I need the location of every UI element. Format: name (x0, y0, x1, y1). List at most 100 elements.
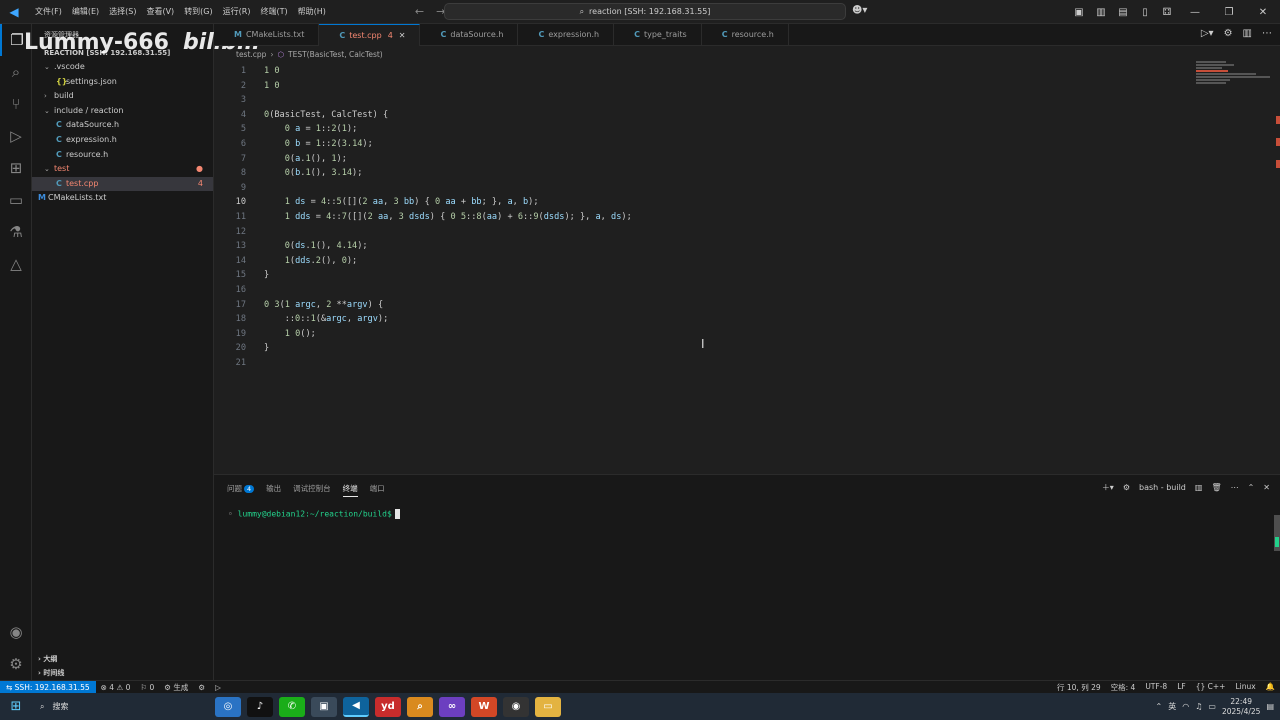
tray-chevron-icon[interactable]: ⌃ (1156, 702, 1163, 711)
more-actions-icon[interactable]: ⋯ (1262, 28, 1272, 39)
battery-icon[interactable]: ▭ (1208, 702, 1216, 711)
search-app-icon[interactable]: ⌕ (407, 697, 433, 717)
notifications-icon[interactable]: 🔔 (1261, 682, 1280, 693)
obs-icon[interactable]: ◉ (503, 697, 529, 717)
editor-tab[interactable]: Ctype_traits (614, 24, 702, 46)
editor-tab[interactable]: M CMakeLists.txt (214, 24, 319, 46)
file-explorer-icon[interactable]: ▭ (535, 697, 561, 717)
kill-terminal-icon[interactable]: 🗑 (1211, 483, 1221, 492)
copilot-icon[interactable]: ☻▾ (852, 5, 867, 16)
build-button[interactable]: ⚙ 生成 (159, 682, 193, 693)
tree-folder[interactable]: › build (32, 89, 213, 104)
platform[interactable]: Linux (1230, 682, 1260, 693)
taskbar-search[interactable]: ⌕ 搜索 (32, 701, 212, 712)
timeline-section[interactable]: › 时间线 (32, 666, 214, 680)
code-line[interactable]: 10 1 ds = 4::5([](2 aa, 3 bb) { 0 … (214, 195, 1194, 210)
tree-file[interactable]: {}settings.json (32, 75, 213, 90)
tree-folder[interactable]: ⌄ .vscode (32, 60, 213, 75)
run-debug-icon[interactable]: ▷ (0, 120, 32, 152)
indentation[interactable]: 空格: 4 (1106, 682, 1141, 693)
remote-explorer-icon[interactable]: ▭ (0, 184, 32, 216)
panel-tab[interactable]: 终端 (343, 483, 358, 497)
settings-gear-icon[interactable]: ⚙ (0, 648, 32, 680)
close-tab-icon[interactable]: ✕ (399, 31, 406, 40)
youdao-icon[interactable]: yd (375, 697, 401, 717)
code-line[interactable]: 5 0 a = 1::2(1); (214, 122, 1194, 137)
code-line[interactable]: 6 0 b = 1::2(3.14); (214, 137, 1194, 152)
info-status[interactable]: ⚐ 0 (135, 683, 159, 692)
cmake-icon[interactable]: △ (0, 248, 32, 280)
editor-tab[interactable]: Ctest.cpp 4 ✕ (319, 24, 420, 46)
breadcrumb-file[interactable]: test.cpp (236, 50, 266, 59)
split-editor-icon[interactable]: ▥ (1243, 28, 1252, 39)
run-icon[interactable]: ▷▾ (1201, 28, 1214, 39)
code-line[interactable]: 1 1 0 (214, 64, 1194, 79)
language-mode[interactable]: {} C++ (1191, 682, 1231, 693)
menu-item[interactable]: 文件(F) (30, 0, 67, 24)
close-panel-icon[interactable]: ✕ (1263, 483, 1270, 492)
chrome-icon[interactable]: ◎ (215, 697, 241, 717)
code-line[interactable]: 17 0 3(1 argc, 2 **argv) { (214, 298, 1194, 313)
code-line[interactable]: 4 0(BasicTest, CalcTest) { (214, 108, 1194, 123)
remote-indicator[interactable]: ⇆ SSH: 192.168.31.55 (0, 681, 96, 694)
minimap[interactable] (1196, 61, 1270, 101)
menu-item[interactable]: 转到(G) (179, 0, 217, 24)
breadcrumb-symbol[interactable]: TEST(BasicTest, CalcTest) (288, 50, 383, 59)
split-terminal-icon[interactable]: ▥ (1195, 483, 1203, 492)
tree-folder[interactable]: ⌄ include / reaction (32, 104, 213, 119)
toggle-secondary-sidebar-icon[interactable]: ▯ (1134, 7, 1156, 18)
source-control-icon[interactable]: ⑂ (0, 88, 32, 120)
code-line[interactable]: 15} (214, 268, 1194, 283)
tree-file[interactable]: Ctest.cpp 4 (32, 177, 213, 192)
layout-icon[interactable]: ▣ (1068, 7, 1090, 18)
code-line[interactable]: 3 (214, 93, 1194, 108)
store-icon[interactable]: ▣ (311, 697, 337, 717)
end-of-line[interactable]: LF (1172, 682, 1191, 693)
editor-tab[interactable]: Cexpression.h (518, 24, 614, 46)
tiktok-icon[interactable]: ♪ (247, 697, 273, 717)
code-line[interactable]: 16 (214, 283, 1194, 298)
tree-file[interactable]: CdataSource.h (32, 118, 213, 133)
code-line[interactable]: 2 1 0 (214, 79, 1194, 94)
terminal-output[interactable]: ◦ lummy@debian12:~/reaction/build$ (228, 509, 400, 519)
tree-folder[interactable]: ⌄ test ● (32, 162, 213, 177)
terminal-name[interactable]: bash - build (1139, 483, 1186, 492)
code-line[interactable]: 12 (214, 225, 1194, 240)
wps-icon[interactable]: W (471, 697, 497, 717)
clock[interactable]: 22:49 2025/4/25 (1222, 697, 1260, 717)
menu-item[interactable]: 终端(T) (255, 0, 292, 24)
panel-tab[interactable]: 调试控制台 (293, 483, 331, 497)
menu-item[interactable]: 查看(V) (141, 0, 179, 24)
visual-studio-icon[interactable]: ∞ (439, 697, 465, 717)
code-line[interactable]: 7 0(a.1(), 1); (214, 152, 1194, 167)
tree-file[interactable]: M CMakeLists.txt (32, 191, 213, 206)
toggle-sidebar-icon[interactable]: ▥ (1090, 7, 1112, 18)
cursor-position[interactable]: 行 10, 列 29 (1052, 682, 1106, 693)
code-line[interactable]: 11 1 dds = 4::7([](2 aa, 3 dsds) { … (214, 210, 1194, 225)
panel-tab[interactable]: 输出 (266, 483, 281, 497)
minimize-button[interactable]: — (1178, 7, 1212, 18)
menu-item[interactable]: 帮助(H) (293, 0, 331, 24)
gear-icon[interactable]: ⚙ (1224, 28, 1233, 39)
menu-item[interactable]: 运行(R) (218, 0, 256, 24)
menu-item[interactable]: 选择(S) (104, 0, 141, 24)
wifi-icon[interactable]: ◠ (1182, 702, 1189, 711)
code-line[interactable]: 21 (214, 356, 1194, 371)
new-terminal-icon[interactable]: ＋▾ (1102, 482, 1114, 493)
code-editor[interactable]: 1 1 0 2 1 0 3 4 0(BasicTest, CalcTest) {5… (214, 61, 1280, 474)
tree-file[interactable]: Cresource.h (32, 148, 213, 163)
problems-status[interactable]: ⊗ 4 ⚠ 0 (96, 683, 136, 692)
extensions-icon[interactable]: ⊞ (0, 152, 32, 184)
debug-gear-icon[interactable]: ⚙ (193, 683, 210, 692)
code-line[interactable]: 13 0(ds.1(), 4.14); (214, 239, 1194, 254)
more-icon[interactable]: ⋯ (1231, 483, 1239, 492)
editor-tab[interactable]: Cresource.h (702, 24, 789, 46)
editor-tab[interactable]: CdataSource.h (420, 24, 518, 46)
restore-button[interactable]: ❐ (1212, 7, 1246, 18)
maximize-panel-icon[interactable]: ⌃ (1248, 483, 1255, 492)
code-line[interactable]: 18 ::0::1(&argc, argv); (214, 312, 1194, 327)
search-icon[interactable]: ⌕ (0, 56, 32, 88)
code-line[interactable]: 14 1(dds.2(), 0); (214, 254, 1194, 269)
run-test-icon[interactable]: ▷ (210, 683, 226, 692)
close-button[interactable]: ✕ (1246, 7, 1280, 18)
